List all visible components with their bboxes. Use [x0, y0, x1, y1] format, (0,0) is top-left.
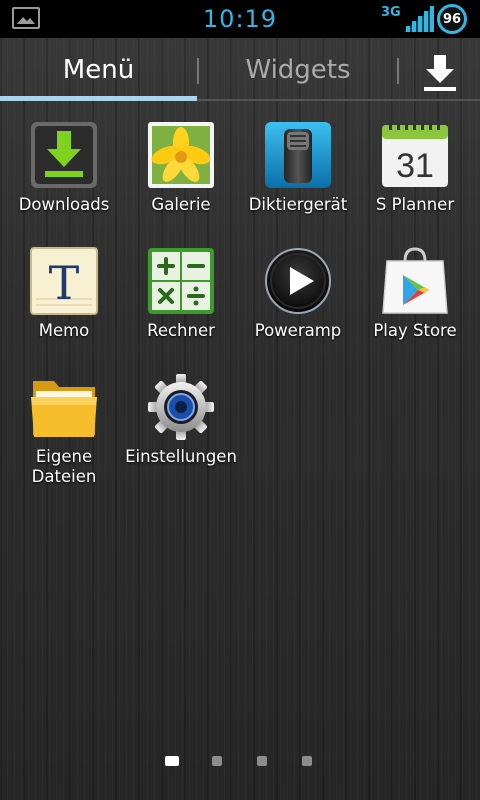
memo-icon: T	[30, 247, 98, 315]
app-label: Downloads	[18, 195, 110, 214]
app-label: Rechner	[147, 321, 215, 340]
play-store-icon	[381, 247, 449, 315]
tab-menu[interactable]: Menü	[0, 38, 197, 102]
settings-gear-icon	[147, 373, 215, 441]
app-downloads[interactable]: Downloads	[5, 121, 123, 215]
page-dot-active[interactable]	[165, 756, 179, 766]
app-diktiergeraet[interactable]: Diktiergerät	[239, 121, 357, 215]
app-poweramp[interactable]: Poweramp	[239, 247, 357, 341]
calendar-day: 31	[396, 147, 434, 185]
app-eigene-dateien[interactable]: Eigene Dateien	[5, 373, 123, 487]
gallery-icon	[147, 121, 215, 189]
app-play-store[interactable]: Play Store	[356, 247, 474, 341]
app-s-planner[interactable]: 31 S Planner	[356, 121, 474, 215]
app-label: Diktiergerät	[248, 195, 348, 214]
memo-glyph: T	[49, 256, 80, 310]
page-dot[interactable]	[212, 756, 222, 766]
app-label: Play Store	[373, 321, 457, 340]
app-memo[interactable]: T Memo	[5, 247, 123, 341]
downloads-icon	[30, 121, 98, 189]
app-rechner[interactable]: Rechner	[122, 247, 240, 341]
tab-divider	[397, 58, 399, 84]
network-type: 3G	[381, 5, 401, 20]
app-label: S Planner	[375, 195, 455, 214]
app-label: Eigene Dateien	[31, 447, 97, 486]
tab-widgets[interactable]: Widgets	[199, 38, 397, 102]
app-galerie[interactable]: Galerie	[122, 121, 240, 215]
app-label: Poweramp	[254, 321, 342, 340]
download-icon	[424, 55, 456, 91]
tab-bar: Menü Widgets	[0, 38, 480, 102]
tab-underline	[197, 99, 480, 101]
battery-icon: 96	[437, 4, 467, 34]
status-bar: 10:19 3G 96	[0, 0, 480, 38]
folder-icon	[30, 373, 98, 441]
signal-icon	[404, 6, 434, 32]
voice-recorder-icon	[264, 121, 332, 189]
battery-level: 96	[442, 11, 462, 27]
calendar-icon: 31	[381, 121, 449, 189]
download-button[interactable]	[410, 50, 470, 96]
app-label: Memo	[38, 321, 90, 340]
app-label: Galerie	[151, 195, 211, 214]
app-label: Einstellungen	[125, 447, 237, 466]
page-dot[interactable]	[257, 756, 267, 766]
app-einstellungen[interactable]: Einstellungen	[122, 373, 240, 467]
poweramp-icon	[264, 247, 332, 315]
page-dot[interactable]	[302, 756, 312, 766]
calculator-icon	[147, 247, 215, 315]
page-indicator	[0, 754, 480, 768]
tab-indicator	[0, 96, 197, 101]
